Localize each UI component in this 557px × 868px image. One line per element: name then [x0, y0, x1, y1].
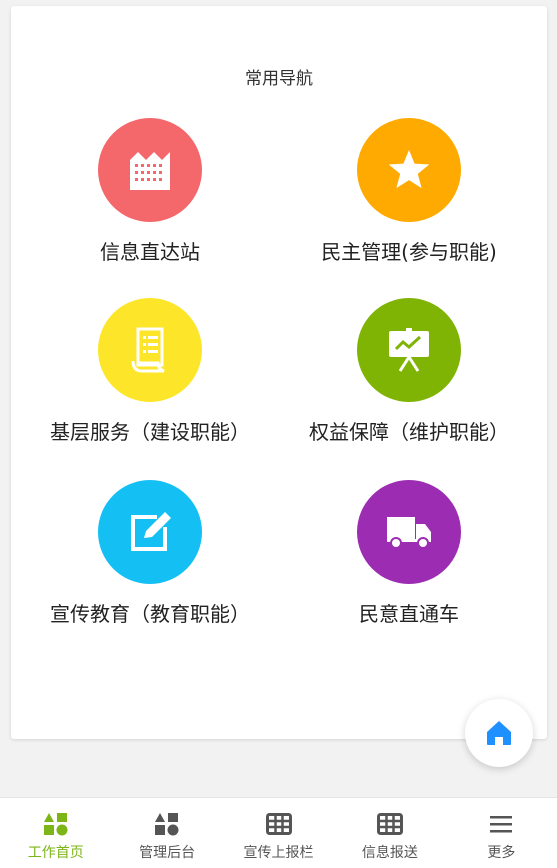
star-icon — [388, 149, 430, 189]
grid-icon — [265, 812, 292, 836]
nav-item-grassroots-service[interactable]: 基层服务（建设职能） — [16, 298, 284, 468]
section-title: 常用导航 — [245, 69, 313, 89]
democratic-management-circle — [357, 118, 461, 222]
shapes-icon — [43, 812, 69, 836]
publicity-education-circle — [98, 480, 202, 584]
democratic-management-label: 民主管理(参与职能) — [321, 240, 497, 264]
tab-work-home-label: 工作首页 — [27, 845, 84, 861]
tab-info-submit[interactable]: 信息报送 — [334, 798, 445, 868]
tab-work-home[interactable]: 工作首页 — [0, 798, 111, 868]
home-fab-button[interactable] — [465, 699, 533, 767]
tab-admin-label: 管理后台 — [139, 845, 196, 861]
tab-admin[interactable]: 管理后台 — [111, 798, 222, 868]
tab-publicity-report-label: 宣传上报栏 — [243, 845, 314, 861]
menu-icon — [488, 812, 514, 836]
tab-more-label: 更多 — [487, 845, 516, 861]
shapes-icon — [154, 812, 180, 836]
grassroots-service-label: 基层服务（建设职能） — [50, 420, 250, 444]
rights-protection-circle — [357, 298, 461, 402]
truck-icon — [387, 517, 431, 549]
nav-item-rights-protection[interactable]: 权益保障（维护职能） — [275, 298, 543, 468]
nav-item-info-station[interactable]: 信息直达站 — [16, 118, 284, 288]
tab-publicity-report[interactable]: 宣传上报栏 — [223, 798, 334, 868]
info-station-circle — [98, 118, 202, 222]
tab-info-submit-label: 信息报送 — [361, 845, 418, 861]
building-icon — [130, 152, 170, 190]
rights-protection-label: 权益保障（维护职能） — [309, 420, 509, 444]
presentation-chart-icon — [389, 328, 429, 372]
publicity-education-label: 宣传教育（教育职能） — [50, 602, 250, 626]
public-opinion-express-label: 民意直通车 — [359, 602, 459, 626]
nav-card: 常用导航 信息直达站 民主管理(参与职能) 基层服务（建设职能） 权益保障（维护… — [11, 6, 547, 739]
grassroots-service-circle — [98, 298, 202, 402]
nav-item-democratic-management[interactable]: 民主管理(参与职能) — [275, 118, 543, 288]
home-icon — [487, 721, 511, 745]
bottom-tab-bar: 工作首页 管理后台 宣传上报栏 信息报送 更多 — [0, 797, 557, 868]
nav-item-public-opinion-express[interactable]: 民意直通车 — [275, 480, 543, 650]
edit-icon — [131, 512, 171, 551]
public-opinion-express-circle — [357, 480, 461, 584]
document-icon — [131, 327, 165, 373]
grid-icon — [376, 812, 403, 836]
nav-item-publicity-education[interactable]: 宣传教育（教育职能） — [16, 480, 284, 650]
info-station-label: 信息直达站 — [100, 240, 200, 264]
tab-more[interactable]: 更多 — [446, 798, 557, 868]
